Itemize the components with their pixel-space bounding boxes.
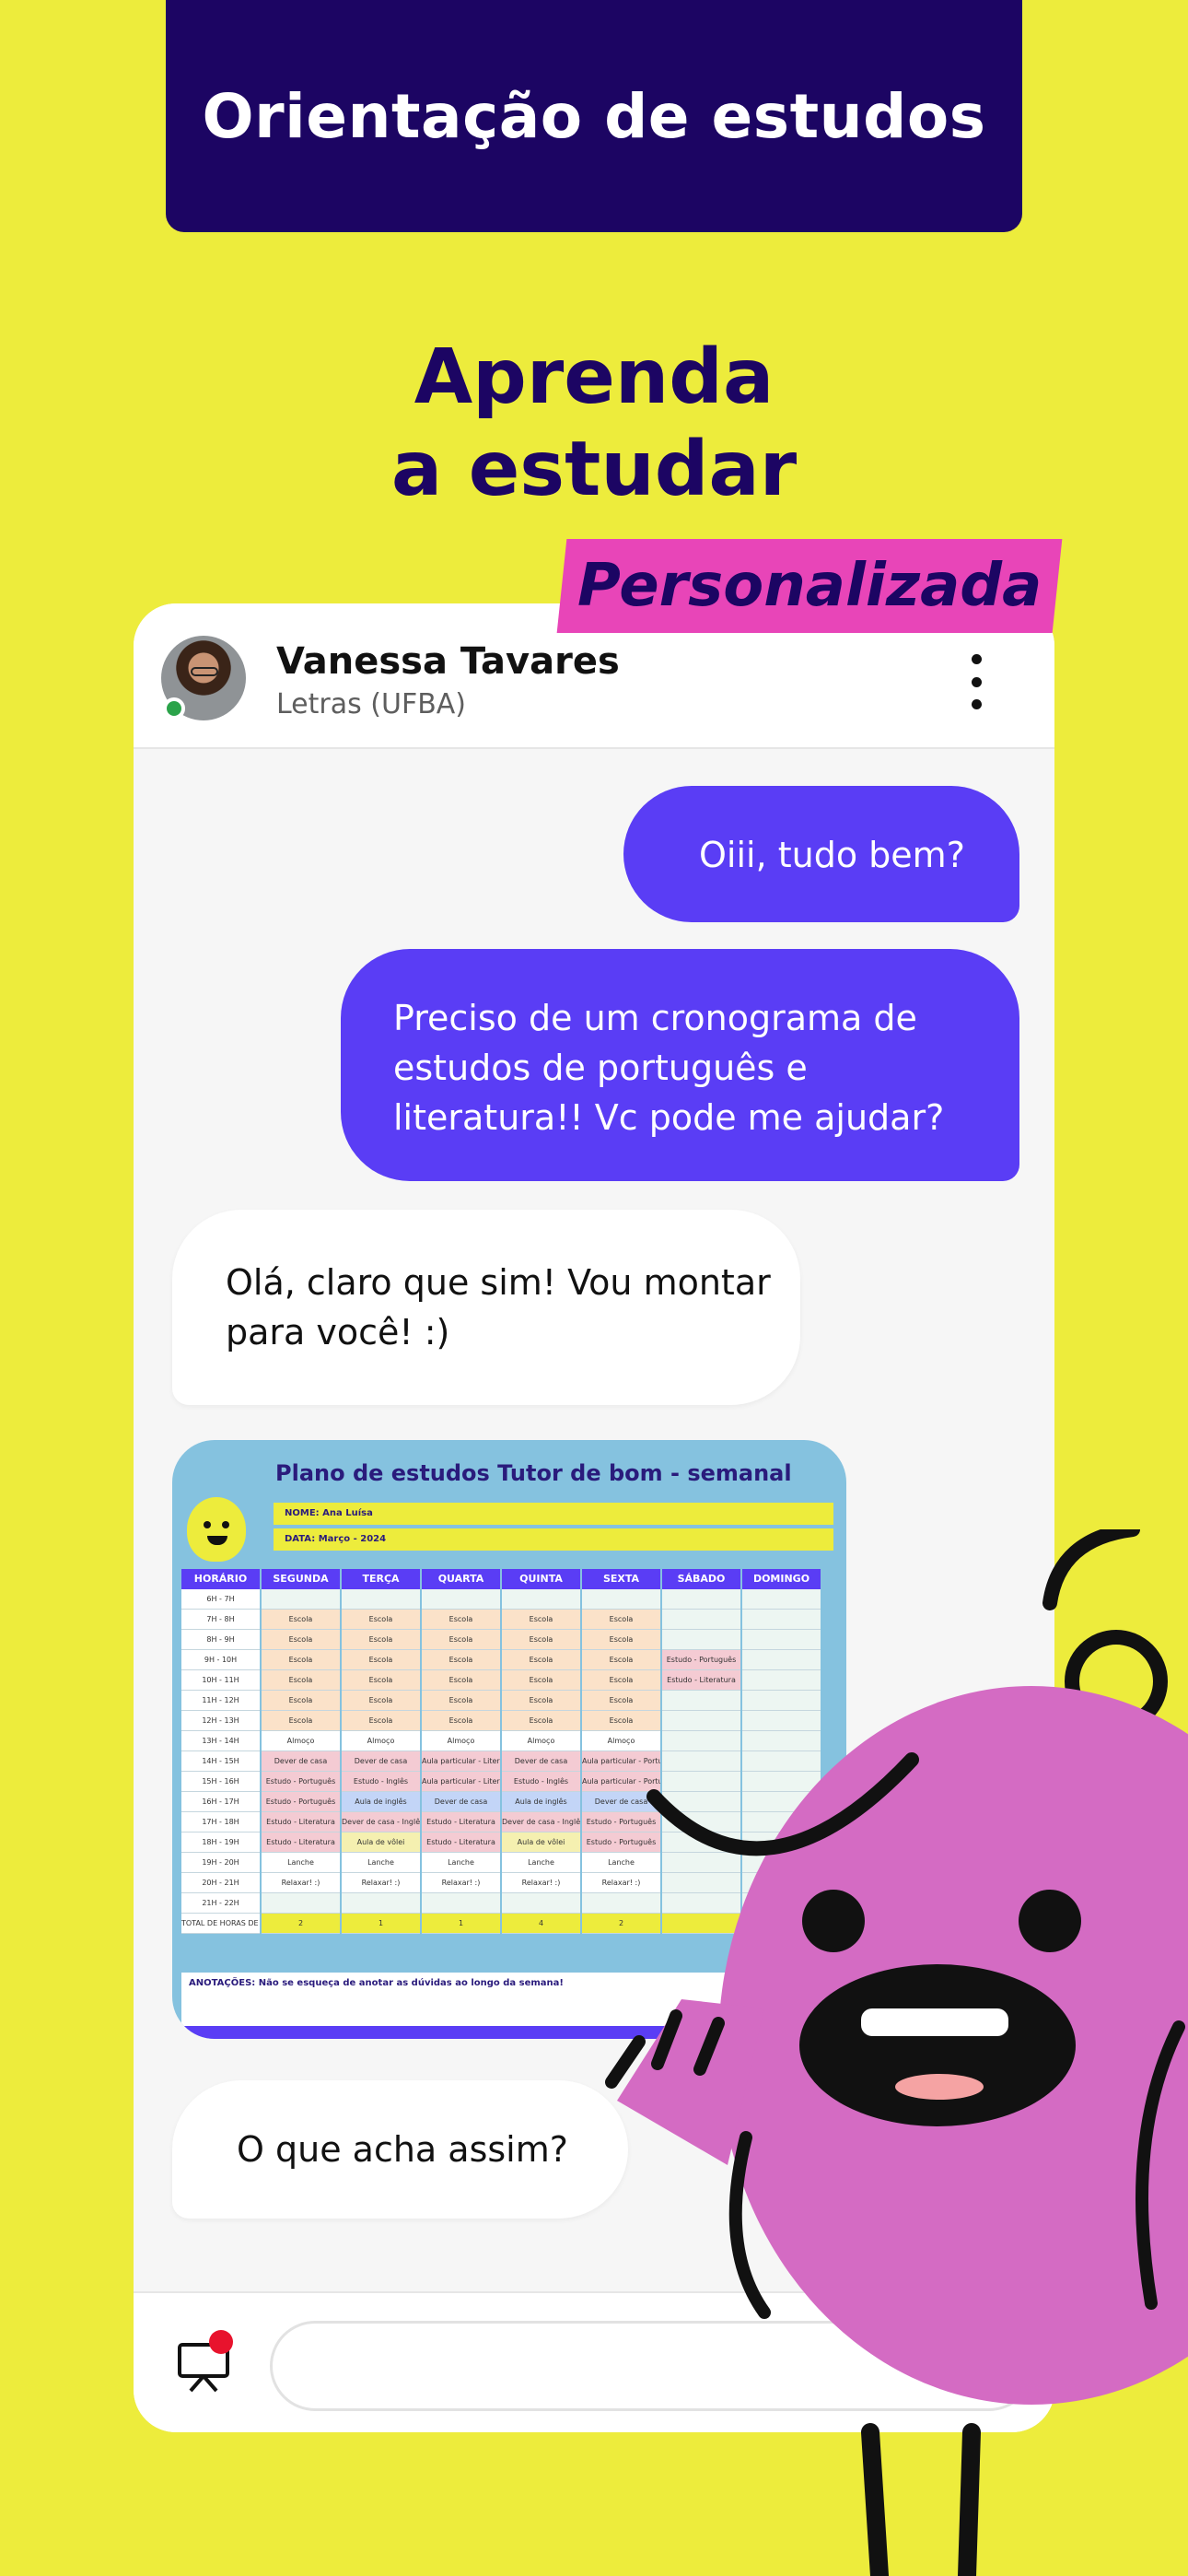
- plan-cell: Dever de casa - Inglês: [342, 1812, 420, 1832]
- plan-time-cell: 6H - 7H: [181, 1589, 260, 1610]
- plan-cell: Aula particular - Literatura: [422, 1751, 500, 1772]
- plan-title: Plano de estudos Tutor de bom - semanal: [275, 1460, 792, 1486]
- contact-subtitle: Letras (UFBA): [276, 688, 467, 720]
- plan-column-header: SEGUNDA: [262, 1569, 340, 1589]
- plan-time-cell: 8H - 9H: [181, 1630, 260, 1650]
- plan-cell: [262, 1893, 340, 1914]
- plan-time-cell: 20H - 21H: [181, 1873, 260, 1893]
- plan-cell: Escola: [262, 1610, 340, 1630]
- plan-time-cell: TOTAL DE HORAS DE ESTUDOS: [181, 1914, 260, 1934]
- plan-cell: Escola: [342, 1711, 420, 1731]
- plan-cell: Escola: [262, 1650, 340, 1670]
- plan-name-field: NOME: Ana Luísa: [274, 1503, 833, 1525]
- headline-line-2: a estudar: [390, 426, 798, 513]
- plan-cell: Dever de casa: [422, 1792, 500, 1812]
- plan-cell: Escola: [422, 1630, 500, 1650]
- plan-cell: Escola: [342, 1691, 420, 1711]
- message-bubble-user: Preciso de um cronograma de estudos de p…: [341, 949, 1019, 1181]
- plan-time-cell: 9H - 10H: [181, 1650, 260, 1670]
- plan-cell: [262, 1589, 340, 1610]
- plan-time-cell: 12H - 13H: [181, 1711, 260, 1731]
- plan-time-cell: 10H - 11H: [181, 1670, 260, 1691]
- plan-cell: Escola: [422, 1610, 500, 1630]
- plan-cell: Aula de vôlei: [342, 1832, 420, 1853]
- plan-cell: Escola: [422, 1670, 500, 1691]
- message-bubble-user: Oiii, tudo bem?: [623, 786, 1019, 922]
- plan-cell: Lanche: [262, 1853, 340, 1873]
- plan-cell: Estudo - Inglês: [342, 1772, 420, 1792]
- plan-time-cell: 18H - 19H: [181, 1832, 260, 1853]
- message-bubble-tutor: Olá, claro que sim! Vou montar para você…: [172, 1210, 800, 1405]
- plan-cell: Relaxar! :): [422, 1873, 500, 1893]
- plan-cell: Escola: [422, 1650, 500, 1670]
- plan-cell: Escola: [262, 1711, 340, 1731]
- plan-cell: Lanche: [422, 1853, 500, 1873]
- plan-time-cell: 11H - 12H: [181, 1691, 260, 1711]
- plan-time-cell: 19H - 20H: [181, 1853, 260, 1873]
- plan-cell: 1: [342, 1914, 420, 1934]
- plan-cell: [342, 1893, 420, 1914]
- plan-cell: Escola: [262, 1691, 340, 1711]
- plan-cell: Relaxar! :): [262, 1873, 340, 1893]
- plan-cell: Escola: [262, 1670, 340, 1691]
- plan-cell: Estudo - Literatura: [422, 1812, 500, 1832]
- plan-cell: Escola: [342, 1650, 420, 1670]
- plan-cell: Aula particular - Literatura: [422, 1772, 500, 1792]
- plan-cell: Estudo - Português: [262, 1792, 340, 1812]
- plan-cell: Relaxar! :): [342, 1873, 420, 1893]
- plan-column-header: TERÇA: [342, 1569, 420, 1589]
- plan-cell: Escola: [422, 1711, 500, 1731]
- plan-cell: Escola: [262, 1630, 340, 1650]
- top-banner: Orientação de estudos: [166, 0, 1022, 232]
- plan-time-cell: 15H - 16H: [181, 1772, 260, 1792]
- plan-cell: Escola: [342, 1610, 420, 1630]
- notification-dot: [209, 2330, 233, 2354]
- plan-cell: Almoço: [262, 1731, 340, 1751]
- plan-cell: Dever de casa: [262, 1751, 340, 1772]
- plan-time-cell: 21H - 22H: [181, 1893, 260, 1914]
- mascot-illustration: [605, 1529, 1188, 2576]
- plan-cell: Lanche: [342, 1853, 420, 1873]
- plan-cell: Estudo - Literatura: [262, 1832, 340, 1853]
- plan-cell: 1: [422, 1914, 500, 1934]
- plan-cell: [422, 1589, 500, 1610]
- personalizada-label: Personalizada: [577, 552, 1042, 620]
- plan-cell: Dever de casa: [342, 1751, 420, 1772]
- plan-time-cell: 16H - 17H: [181, 1792, 260, 1812]
- plan-cell: Escola: [422, 1691, 500, 1711]
- headline: Aprenda a estudar: [0, 332, 1188, 516]
- plan-cell: 2: [262, 1914, 340, 1934]
- plan-column-header: QUARTA: [422, 1569, 500, 1589]
- plan-cell: Aula de inglês: [342, 1792, 420, 1812]
- kebab-menu-icon[interactable]: [967, 654, 985, 709]
- personalizada-tag: Personalizada: [556, 539, 1063, 633]
- headline-line-1: Aprenda: [413, 334, 775, 421]
- plan-time-cell: 13H - 14H: [181, 1731, 260, 1751]
- plan-cell: Almoço: [342, 1731, 420, 1751]
- banner-title: Orientação de estudos: [202, 80, 986, 152]
- plan-cell: Estudo - Literatura: [262, 1812, 340, 1832]
- plan-cell: Escola: [342, 1630, 420, 1650]
- plan-cell: [422, 1893, 500, 1914]
- plan-cell: Almoço: [422, 1731, 500, 1751]
- plan-cell: Estudo - Literatura: [422, 1832, 500, 1853]
- plan-time-cell: 7H - 8H: [181, 1610, 260, 1630]
- plan-time-cell: 17H - 18H: [181, 1812, 260, 1832]
- plan-time-cell: 14H - 15H: [181, 1751, 260, 1772]
- mascot-icon: [187, 1497, 246, 1562]
- plan-cell: [342, 1589, 420, 1610]
- plan-column-header: HORÁRIO: [181, 1569, 260, 1589]
- online-status-icon: [163, 697, 185, 720]
- plan-cell: Escola: [342, 1670, 420, 1691]
- plan-cell: Estudo - Português: [262, 1772, 340, 1792]
- contact-name: Vanessa Tavares: [276, 640, 620, 683]
